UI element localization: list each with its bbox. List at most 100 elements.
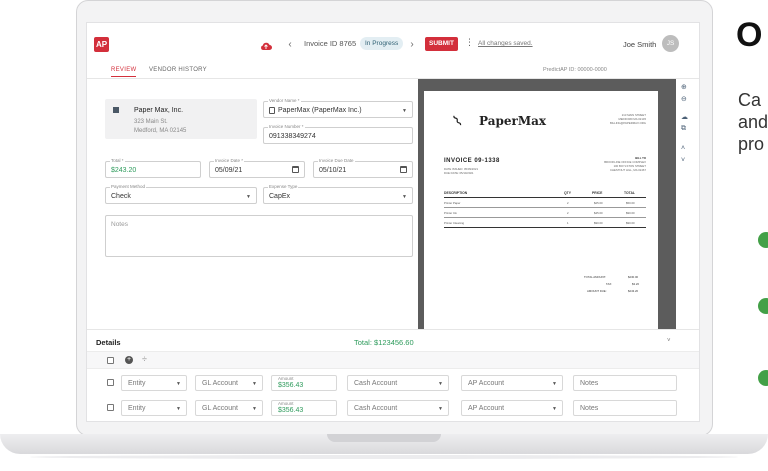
avatar[interactable]: JS	[662, 35, 679, 52]
field-label: Invoice Date *	[214, 158, 245, 163]
zoom-in-icon[interactable]: ⊕	[681, 83, 687, 91]
field-label: Payment Method	[110, 184, 147, 189]
invoice-column-header: TOTAL	[624, 191, 635, 195]
line-notes-field[interactable]: Notes	[573, 400, 677, 416]
amount-value: $356.43	[278, 382, 304, 389]
building-icon	[113, 107, 119, 113]
payment-method-select[interactable]: Payment Method Check ▼	[105, 184, 257, 204]
field-value: $243.20	[111, 167, 137, 174]
chevron-down-icon: ▼	[252, 381, 257, 387]
invoice-item-qty: 2	[567, 201, 569, 205]
save-status-link[interactable]: All changes saved.	[478, 40, 533, 47]
invoice-column-header: PRICE	[592, 191, 603, 195]
next-invoice-button[interactable]: ›	[405, 37, 419, 53]
app-screen: AP ‹ Invoice ID 8765 In Progress › SUBMI…	[86, 22, 700, 422]
zoom-out-icon[interactable]: ⊖	[681, 95, 687, 103]
chevron-down-icon: ▼	[438, 406, 443, 412]
chevron-down-icon: ▼	[402, 108, 407, 114]
cash-account-select[interactable]: Cash Account ▼	[347, 400, 449, 416]
chevron-down-icon: ▼	[438, 381, 443, 387]
invoice-number-field[interactable]: Invoice Number * 091338349274	[263, 124, 413, 144]
invoice-address-line: BILLING@PAPERMAX.ORG	[609, 121, 646, 125]
ap-account-select[interactable]: AP Account ▼	[461, 400, 563, 416]
entity-value: Entity	[128, 380, 146, 387]
invoice-item-desc: Printer Cleaning	[444, 221, 465, 225]
details-header[interactable]: Details Total: $123456.60 ˅	[87, 329, 699, 351]
chevron-down-icon[interactable]: ˅	[681, 157, 685, 164]
invoice-brand: PaperMax	[479, 114, 547, 128]
invoice-column-header: DESCRIPTION	[444, 191, 468, 195]
notes-textarea[interactable]: Notes	[105, 215, 413, 257]
cloud-upload-icon[interactable]	[260, 41, 272, 51]
invoice-item-total: $90.00	[626, 221, 635, 225]
hero-heading: O	[736, 16, 763, 54]
invoice-item-total: $50.00	[626, 201, 635, 205]
gl-account-select[interactable]: GL Account ▼	[195, 400, 263, 416]
entity-select[interactable]: Entity ▼	[121, 400, 187, 416]
invoice-document: ⌇ PaperMax 213 MAIN STREET MEDFORD MA 02…	[424, 91, 658, 333]
more-options-icon[interactable]: ⋮	[465, 37, 474, 48]
gl-account-value: GL Account	[202, 405, 238, 412]
invoice-date-field[interactable]: Invoice Date * 05/09/21	[209, 158, 305, 178]
user-name: Joe Smith	[623, 40, 657, 49]
vendor-name: Paper Max, Inc.	[134, 107, 184, 114]
invoice-total-value: $230.00	[628, 275, 639, 279]
app-header: AP ‹ Invoice ID 8765 In Progress › SUBMI…	[87, 23, 699, 63]
field-value: 091338349274	[269, 133, 316, 140]
field-label: Total *	[110, 158, 125, 163]
cloud-download-icon[interactable]: ☁	[681, 113, 688, 121]
check-icon	[758, 370, 768, 386]
invoice-meta: DUE DATE: 05/10/2021	[444, 171, 474, 175]
add-line-icon[interactable]: +	[125, 356, 133, 364]
tab-review[interactable]: REVIEW	[111, 67, 137, 77]
entity-select[interactable]: Entity ▼	[121, 375, 187, 391]
total-field[interactable]: Total * $243.20	[105, 158, 201, 178]
predict-id: PredictAP ID: 00000-0000	[543, 67, 607, 73]
tab-vendor-history[interactable]: VENDOR HISTORY	[149, 67, 207, 73]
cash-account-select[interactable]: Cash Account ▼	[347, 375, 449, 391]
app-logo: AP	[94, 37, 109, 52]
chevron-down-icon: ▼	[246, 194, 251, 200]
check-icon	[758, 232, 768, 248]
status-badge: In Progress	[360, 37, 404, 50]
amount-label: Amount	[278, 376, 294, 381]
calendar-icon[interactable]	[292, 166, 299, 173]
hero-line-1: Ca	[738, 90, 762, 110]
invoice-tax-label: TAX:	[606, 282, 613, 286]
ap-account-select[interactable]: AP Account ▼	[461, 375, 563, 391]
chevron-down-icon: ▼	[176, 381, 181, 387]
gl-account-value: GL Account	[202, 380, 238, 387]
field-label: Invoice Due Date	[318, 158, 355, 163]
previous-invoice-button[interactable]: ‹	[283, 37, 297, 53]
chevron-down-icon: ▼	[402, 194, 407, 200]
expense-type-select[interactable]: Expense Type CapEx ▼	[263, 184, 413, 204]
due-date-field[interactable]: Invoice Due Date 05/10/21	[313, 158, 413, 178]
divider	[444, 207, 646, 208]
invoice-item-qty: 1	[567, 221, 569, 225]
invoice-item-desc: Printer Paper	[444, 201, 461, 205]
calendar-icon[interactable]	[400, 166, 407, 173]
line-notes-field[interactable]: Notes	[573, 375, 677, 391]
laptop-notch	[327, 434, 441, 442]
submit-button[interactable]: SUBMIT	[425, 37, 458, 51]
amount-field[interactable]: Amount $356.43	[271, 375, 337, 391]
line-checkbox[interactable]	[107, 379, 114, 386]
amount-field[interactable]: Amount $356.43	[271, 400, 337, 416]
chevron-up-icon[interactable]: ˄	[681, 145, 685, 152]
chevron-down-icon[interactable]: ˅	[667, 338, 671, 344]
vendor-name-select[interactable]: Vendor Name * PaperMax (PaperMax Inc.) ▼	[263, 98, 413, 118]
cash-account-value: Cash Account	[354, 380, 398, 387]
line-checkbox[interactable]	[107, 404, 114, 411]
field-value: Check	[111, 193, 131, 200]
line-notes-placeholder: Notes	[580, 405, 599, 412]
gl-account-select[interactable]: GL Account ▼	[195, 375, 263, 391]
invoice-item-qty: 2	[567, 211, 569, 215]
select-all-checkbox[interactable]	[107, 357, 114, 364]
vendor-city: Medford, MA 02145	[134, 128, 187, 134]
field-value: 05/09/21	[215, 167, 243, 174]
open-external-icon[interactable]: ⧉	[681, 125, 686, 133]
chevron-down-icon: ▼	[176, 406, 181, 412]
vendor-street: 323 Main St.	[134, 119, 168, 125]
split-line-icon[interactable]: ÷	[142, 354, 147, 364]
entity-value: Entity	[128, 405, 146, 412]
